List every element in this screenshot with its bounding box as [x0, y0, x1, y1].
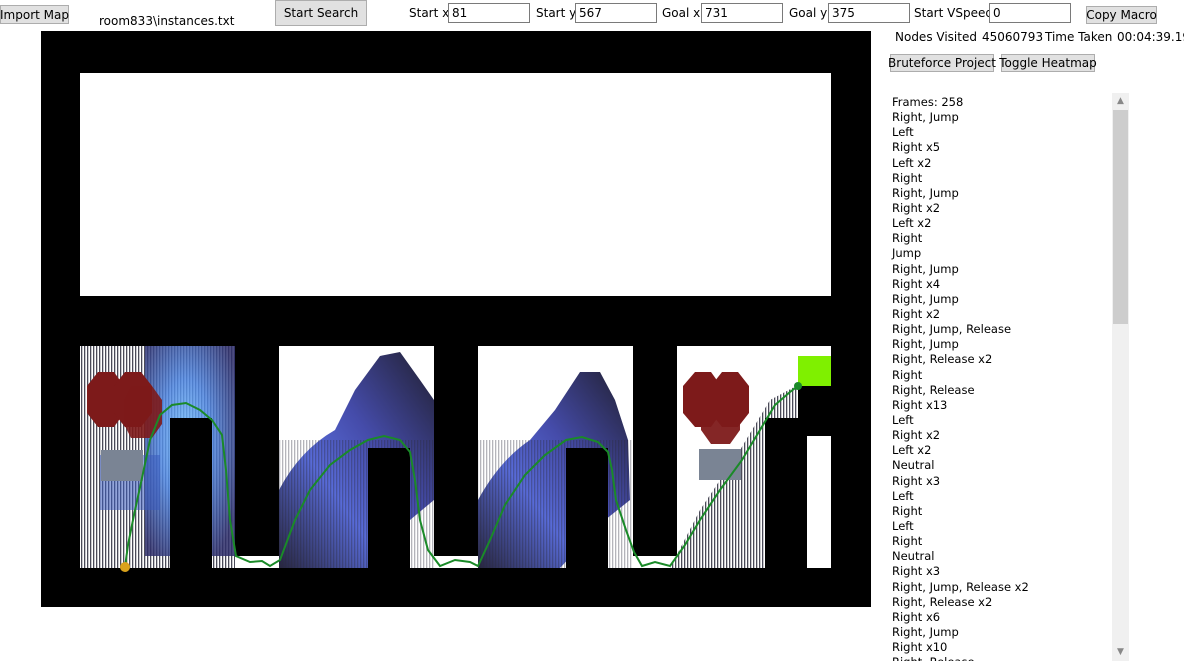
- list-item[interactable]: Right x13: [892, 398, 1107, 413]
- start-x-label: Start x: [409, 6, 450, 20]
- list-item[interactable]: Right: [892, 504, 1107, 519]
- macro-list: Frames: 258 Right, Jump Left Right x5 Left x…: [892, 95, 1107, 661]
- start-y-label: Start y: [536, 6, 577, 20]
- time-taken-label: Time Taken: [1045, 30, 1113, 44]
- list-item[interactable]: Right, Release x2: [892, 352, 1107, 367]
- list-item[interactable]: Right, Jump: [892, 337, 1107, 352]
- list-item[interactable]: Right, Jump: [892, 110, 1107, 125]
- time-taken-value: 00:04:39.19: [1117, 30, 1184, 44]
- start-y-field[interactable]: [575, 3, 657, 23]
- wall-pillar: [434, 346, 478, 556]
- start-vspeed-field[interactable]: [989, 3, 1071, 23]
- list-item[interactable]: Right: [892, 171, 1107, 186]
- map-file-label: room833\instances.txt: [99, 14, 235, 28]
- list-item[interactable]: Right, Jump, Release: [892, 322, 1107, 337]
- list-item[interactable]: Right x10: [892, 640, 1107, 655]
- gray-block: [699, 449, 741, 480]
- start-marker: [120, 562, 130, 572]
- list-item[interactable]: Neutral: [892, 549, 1107, 564]
- bruteforce-project-button[interactable]: Bruteforce Project: [888, 54, 996, 72]
- goal-y-field[interactable]: [828, 3, 910, 23]
- list-item[interactable]: Right x2: [892, 428, 1107, 443]
- list-item[interactable]: Right, Release x2: [892, 595, 1107, 610]
- block-obstacle: [368, 448, 410, 568]
- goal-x-label: Goal x: [662, 6, 701, 20]
- wall-pillar: [633, 346, 677, 556]
- map-canvas[interactable]: [41, 31, 871, 607]
- gray-block: [101, 450, 143, 481]
- start-x-field[interactable]: [448, 3, 530, 23]
- list-item[interactable]: Right x2: [892, 201, 1107, 216]
- goal-marker: [798, 356, 831, 386]
- list-item[interactable]: Right, Release: [892, 383, 1107, 398]
- list-item[interactable]: Left: [892, 413, 1107, 428]
- list-item[interactable]: Right, Jump, Release x2: [892, 580, 1107, 595]
- list-item[interactable]: Right: [892, 231, 1107, 246]
- list-item[interactable]: Frames: 258: [892, 95, 1107, 110]
- start-vspeed-label: Start VSpeed: [914, 6, 993, 20]
- start-search-button[interactable]: Start Search: [275, 0, 367, 26]
- list-item[interactable]: Left x2: [892, 156, 1107, 171]
- nodes-visited-value: 45060793: [982, 30, 1044, 44]
- list-item[interactable]: Right, Jump: [892, 262, 1107, 277]
- list-item[interactable]: Right, Jump: [892, 186, 1107, 201]
- list-item[interactable]: Right: [892, 534, 1107, 549]
- list-item[interactable]: Right x2: [892, 307, 1107, 322]
- list-item[interactable]: Left x2: [892, 216, 1107, 231]
- list-item[interactable]: Right x3: [892, 474, 1107, 489]
- block-obstacle: [765, 418, 807, 568]
- list-item[interactable]: Right x3: [892, 564, 1107, 579]
- upper-room: [80, 73, 831, 296]
- block-obstacle: [566, 448, 608, 568]
- scroll-thumb[interactable]: [1113, 110, 1128, 324]
- list-item[interactable]: Neutral: [892, 458, 1107, 473]
- list-item[interactable]: Right x4: [892, 277, 1107, 292]
- list-item[interactable]: Right: [892, 368, 1107, 383]
- list-item[interactable]: Jump: [892, 246, 1107, 261]
- path-end-marker: [794, 382, 802, 390]
- macro-listbox[interactable]: Frames: 258 Right, Jump Left Right x5 Left x…: [887, 93, 1129, 661]
- block-obstacle: [170, 418, 212, 568]
- nodes-visited-label: Nodes Visited: [895, 30, 977, 44]
- list-item[interactable]: Right, Release: [892, 655, 1107, 661]
- goal-x-field[interactable]: [701, 3, 783, 23]
- list-item[interactable]: Left: [892, 125, 1107, 140]
- list-scrollbar[interactable]: ▲ ▼: [1112, 93, 1129, 661]
- list-item[interactable]: Right x6: [892, 610, 1107, 625]
- copy-macro-button[interactable]: Copy Macro: [1086, 6, 1157, 24]
- wall-pillar: [235, 346, 279, 556]
- import-map-button[interactable]: Import Map: [0, 5, 69, 24]
- goal-y-label: Goal y: [789, 6, 828, 20]
- block-obstacle: [798, 386, 831, 436]
- list-item[interactable]: Right x5: [892, 140, 1107, 155]
- scroll-down-icon[interactable]: ▼: [1112, 644, 1129, 661]
- list-item[interactable]: Right, Jump: [892, 292, 1107, 307]
- list-item[interactable]: Left: [892, 489, 1107, 504]
- toggle-heatmap-button[interactable]: Toggle Heatmap: [999, 54, 1097, 72]
- list-item[interactable]: Left: [892, 519, 1107, 534]
- list-item[interactable]: Right, Jump: [892, 625, 1107, 640]
- list-item[interactable]: Left x2: [892, 443, 1107, 458]
- scroll-up-icon[interactable]: ▲: [1112, 93, 1129, 110]
